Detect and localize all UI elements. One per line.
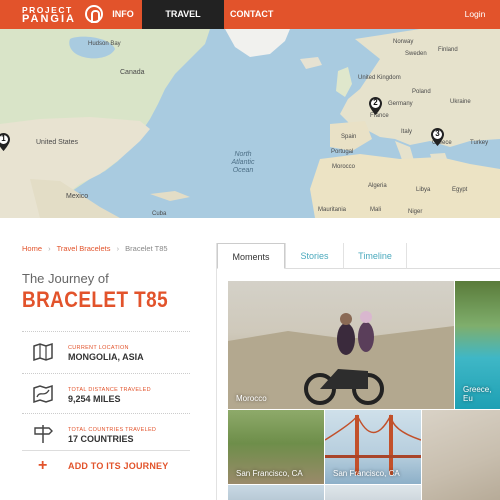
moment-photo-morocco[interactable]: Morocco [228, 281, 454, 409]
moment-photo-sand[interactable] [422, 410, 500, 500]
stat-value: MONGOLIA, ASIA [68, 352, 144, 362]
stat-total-countries: TOTAL COUNTRIES TRAVELED 17 COUNTRIES [22, 413, 190, 453]
map-label-cuba: Cuba [152, 211, 167, 217]
map-marker-2[interactable]: 2 [369, 97, 382, 115]
nav-travel-bracelets[interactable]: TRAVEL BRACELETS [142, 0, 224, 48]
map-label-egypt: Egypt [452, 187, 468, 193]
map-label-algeria: Algeria [368, 183, 387, 189]
breadcrumb: Home › Travel Bracelets › Bracelet T85 [22, 244, 168, 253]
logo-line-2: PANGIA [22, 13, 76, 25]
breadcrumb-home[interactable]: Home [22, 244, 42, 253]
moment-photo-thumbnail[interactable] [325, 485, 421, 500]
pangia-mark-icon [85, 5, 103, 23]
journey-pre-title: The Journey of [22, 271, 109, 286]
map-label-mali: Mali [370, 207, 382, 213]
route-icon [33, 384, 53, 404]
stat-label: TOTAL DISTANCE TRAVELED [68, 387, 151, 393]
map-label-portugal: Portugal [331, 149, 354, 155]
photo-caption: Greece, Eu [463, 385, 492, 403]
project-pangia-logo[interactable]: PROJECT PANGIA [22, 4, 103, 26]
map-label-finland: Finland [438, 47, 458, 53]
photo-caption: San Francisco, CA [333, 469, 400, 478]
map-label-libya: Libya [416, 187, 431, 193]
map-label-uk: United Kingdom [358, 75, 401, 81]
breadcrumb-current: Bracelet T85 [125, 244, 168, 253]
map-label-germany: Germany [388, 101, 413, 107]
tab-moments[interactable]: Moments [217, 243, 285, 269]
add-to-journey-button[interactable]: + ADD TO ITS JOURNEY [22, 452, 190, 480]
map-label-ukraine: Ukraine [450, 99, 471, 105]
map-label-mauritania: Mauritania [318, 207, 347, 213]
add-to-journey-label: ADD TO ITS JOURNEY [68, 461, 169, 471]
stat-value: 9,254 MILES [68, 394, 121, 404]
stat-value: 17 COUNTRIES [68, 434, 134, 444]
login-link[interactable]: Login [461, 0, 489, 29]
map-label-united-states: United States [36, 139, 79, 146]
breadcrumb-separator: › [116, 244, 120, 253]
photo-caption: San Francisco, CA [236, 469, 303, 478]
map-icon [33, 342, 53, 362]
map-label-poland: Poland [412, 89, 431, 95]
map-label-norway: Norway [393, 39, 414, 45]
plus-icon: + [38, 457, 48, 474]
map-label-niger: Niger [408, 209, 423, 215]
breadcrumb-separator: › [48, 244, 51, 253]
journey-map[interactable]: Hudson Bay Canada United States Mexico C… [0, 29, 500, 218]
map-marker-3[interactable]: 3 [431, 128, 444, 146]
signpost-icon [34, 425, 53, 443]
stat-current-location: CURRENT LOCATION MONGOLIA, ASIA [22, 331, 190, 371]
tab-timeline[interactable]: Timeline [343, 243, 407, 269]
stat-label: CURRENT LOCATION [68, 345, 129, 351]
map-label-italy: Italy [401, 129, 413, 135]
nav-contact[interactable]: CONTACT [230, 0, 273, 29]
map-label-sweden: Sweden [405, 51, 427, 57]
divider [22, 450, 190, 451]
motorcycle-photo-graphic [228, 311, 454, 409]
moment-photo-greece[interactable]: Greece, Eu [455, 281, 500, 409]
stat-total-distance: TOTAL DISTANCE TRAVELED 9,254 MILES [22, 373, 190, 413]
map-label-mexico: Mexico [66, 193, 89, 200]
moment-photo-san-francisco-1[interactable]: San Francisco, CA [228, 410, 324, 484]
photo-caption: Morocco [236, 394, 267, 403]
marker-number: 1 [1, 134, 6, 143]
marker-number: 3 [435, 129, 440, 138]
moment-photo-san-francisco-2[interactable]: San Francisco, CA [325, 410, 421, 484]
page-title: BRACELET T85 [22, 287, 169, 312]
map-label-morocco: Morocco [332, 164, 356, 170]
nav-info[interactable]: INFO [108, 0, 138, 29]
breadcrumb-travel-bracelets[interactable]: Travel Bracelets [57, 244, 111, 253]
map-marker-1[interactable]: 1 [0, 133, 10, 151]
map-label-canada: Canada [120, 69, 145, 76]
top-navigation-bar: PROJECT PANGIA INFO TRAVEL BRACELETS CON… [0, 0, 500, 48]
moments-panel: Moments Stories Timeline Morocco Greece,… [216, 243, 500, 500]
map-label-north-atlantic: North Atlantic Ocean [231, 151, 255, 174]
tab-bar-filler [407, 243, 500, 269]
map-label-spain: Spain [341, 134, 357, 140]
stat-label: TOTAL COUNTRIES TRAVELED [68, 427, 157, 433]
map-label-hudson-bay: Hudson Bay [88, 41, 121, 47]
moment-photo-thumbnail[interactable] [228, 485, 324, 500]
tab-stories[interactable]: Stories [285, 243, 343, 269]
map-label-turkey: Turkey [470, 140, 489, 146]
marker-number: 2 [373, 98, 378, 107]
